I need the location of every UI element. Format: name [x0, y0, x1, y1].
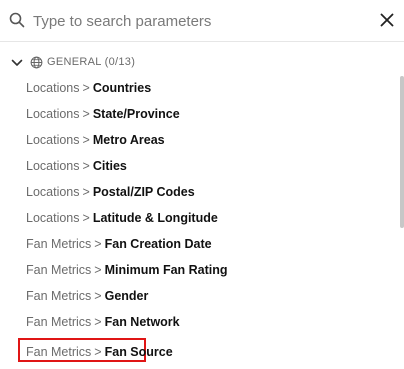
item-separator: > — [82, 211, 90, 225]
list-item-cities[interactable]: Locations > Cities — [18, 154, 135, 178]
item-separator: > — [94, 315, 102, 329]
close-icon[interactable] — [380, 13, 394, 27]
item-name: State/Province — [92, 107, 180, 121]
item-separator: > — [82, 81, 90, 95]
item-category: Fan Metrics — [26, 237, 92, 251]
item-name: Fan Network — [104, 315, 180, 329]
list-item-countries[interactable]: Locations > Countries — [18, 76, 159, 100]
item-separator: > — [94, 345, 102, 359]
item-category: Locations — [26, 159, 80, 173]
item-category: Locations — [26, 211, 80, 225]
item-separator: > — [94, 263, 102, 277]
item-name: Cities — [92, 159, 127, 173]
item-separator: > — [82, 133, 90, 147]
item-separator: > — [82, 159, 90, 173]
item-separator: > — [82, 107, 90, 121]
item-category: Locations — [26, 81, 80, 95]
item-name: Minimum Fan Rating — [104, 263, 228, 277]
list-item-minimum-fan-rating[interactable]: Fan Metrics > Minimum Fan Rating — [18, 258, 236, 282]
item-name: Postal/ZIP Codes — [92, 185, 195, 199]
item-category: Fan Metrics — [26, 345, 92, 359]
list-item-state-province[interactable]: Locations > State/Province — [18, 102, 188, 126]
globe-icon — [30, 56, 43, 69]
item-name: Gender — [104, 289, 149, 303]
item-category: Locations — [26, 133, 80, 147]
scrollbar-thumb[interactable] — [400, 76, 404, 228]
item-name: Metro Areas — [92, 133, 165, 147]
item-name: Countries — [92, 81, 152, 95]
item-category: Fan Metrics — [26, 289, 92, 303]
item-name: Fan Source — [104, 345, 173, 359]
item-name: Latitude & Longitude — [92, 211, 218, 225]
list-item-latitude-longitude[interactable]: Locations > Latitude & Longitude — [18, 206, 226, 230]
item-separator: > — [94, 289, 102, 303]
item-category: Locations — [26, 185, 80, 199]
group-header-general[interactable]: GENERAL (0/13) — [0, 54, 380, 72]
list-item-fan-network[interactable]: Fan Metrics > Fan Network — [18, 310, 188, 334]
item-category: Fan Metrics — [26, 263, 92, 277]
chevron-down-icon[interactable] — [11, 58, 23, 68]
list-item-fan-creation-date[interactable]: Fan Metrics > Fan Creation Date — [18, 232, 220, 256]
search-bar — [0, 0, 404, 42]
item-category: Fan Metrics — [26, 315, 92, 329]
search-icon — [9, 12, 25, 28]
item-category: Locations — [26, 107, 80, 121]
list-item-gender[interactable]: Fan Metrics > Gender — [18, 284, 156, 308]
group-label: GENERAL (0/13) — [47, 56, 136, 68]
search-input[interactable] — [33, 10, 353, 32]
item-name: Fan Creation Date — [104, 237, 212, 251]
list-item-fan-source[interactable]: Fan Metrics > Fan Source — [18, 338, 173, 362]
list-item-postal-zip-codes[interactable]: Locations > Postal/ZIP Codes — [18, 180, 203, 204]
list-item-metro-areas[interactable]: Locations > Metro Areas — [18, 128, 173, 152]
item-separator: > — [94, 237, 102, 251]
item-separator: > — [82, 185, 90, 199]
